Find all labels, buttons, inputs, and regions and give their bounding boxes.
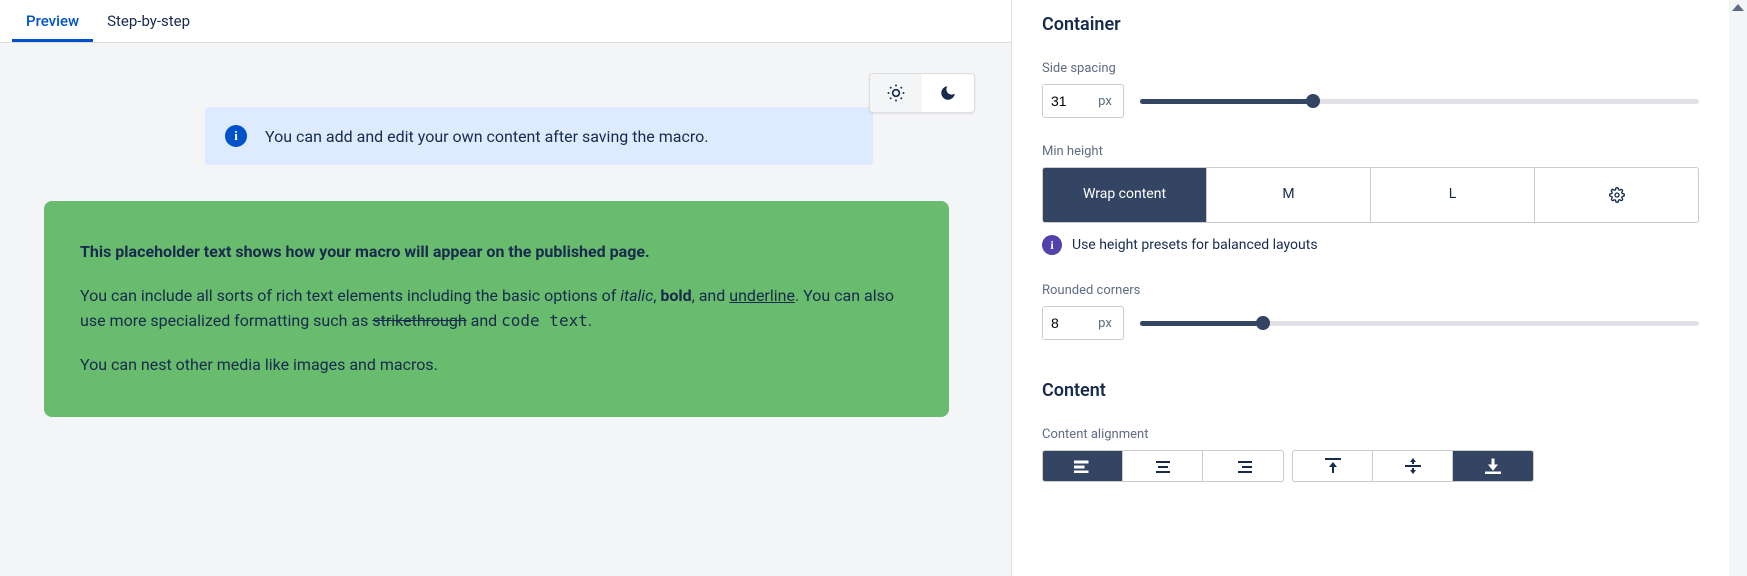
content-section-title: Content (1042, 380, 1699, 401)
italic-sample: italic (620, 286, 653, 305)
align-center-icon (1154, 459, 1172, 473)
side-spacing-row: px (1042, 84, 1699, 118)
tab-bar: Preview Step-by-step (0, 0, 1011, 43)
info-banner: i You can add and edit your own content … (205, 107, 873, 165)
min-height-segmented: Wrap content M L (1042, 167, 1699, 223)
placeholder-paragraph-2: You can nest other media like images and… (80, 352, 913, 378)
sun-icon (886, 83, 906, 103)
scroll-up-arrow-icon[interactable] (1732, 4, 1744, 11)
placeholder-paragraph-1: You can include all sorts of rich text e… (80, 283, 913, 334)
side-spacing-unit: px (1087, 85, 1123, 117)
tab-preview[interactable]: Preview (12, 0, 93, 42)
rounded-corners-input[interactable] (1043, 307, 1087, 339)
content-alignment-controls (1042, 450, 1699, 482)
align-left-icon (1074, 459, 1092, 473)
theme-toggle (869, 73, 975, 113)
preview-pane: Preview Step-by-step i You can add and e… (0, 0, 1012, 576)
align-top-icon (1325, 458, 1341, 474)
min-height-m[interactable]: M (1207, 168, 1371, 222)
side-spacing-slider[interactable] (1140, 94, 1699, 108)
text-fragment: You can include all sorts of rich text e… (80, 286, 620, 305)
settings-panel[interactable]: Container Side spacing px Min height Wra… (1012, 0, 1747, 576)
vertical-align-group (1292, 450, 1534, 482)
align-right[interactable] (1203, 451, 1283, 481)
min-height-wrap[interactable]: Wrap content (1043, 168, 1207, 222)
align-middle[interactable] (1373, 451, 1453, 481)
align-middle-icon (1405, 458, 1421, 474)
align-center[interactable] (1123, 451, 1203, 481)
content-alignment-label: Content alignment (1042, 427, 1699, 442)
rounded-corners-row: px (1042, 306, 1699, 340)
preview-canvas: i You can add and edit your own content … (0, 43, 1011, 576)
side-spacing-label: Side spacing (1042, 61, 1699, 76)
min-height-custom[interactable] (1535, 168, 1698, 222)
text-fragment: and (467, 311, 502, 330)
text-fragment: , and (692, 286, 730, 305)
strikethrough-sample: strikethrough (372, 311, 466, 330)
tab-step-by-step[interactable]: Step-by-step (93, 0, 204, 42)
bold-sample: bold (660, 286, 691, 305)
min-height-label: Min height (1042, 144, 1699, 159)
light-theme-button[interactable] (870, 74, 922, 112)
align-bottom-icon (1485, 458, 1501, 474)
info-icon: i (1042, 235, 1062, 255)
side-spacing-input[interactable] (1043, 85, 1087, 117)
scrollbar[interactable] (1729, 0, 1747, 576)
align-top[interactable] (1293, 451, 1373, 481)
rounded-corners-unit: px (1087, 307, 1123, 339)
container-section-title: Container (1042, 14, 1699, 35)
dark-theme-button[interactable] (922, 74, 974, 112)
info-banner-text: You can add and edit your own content af… (265, 127, 708, 146)
text-fragment: . (588, 311, 592, 330)
underline-sample: underline (729, 286, 795, 305)
gear-icon (1609, 187, 1625, 203)
moon-icon (939, 84, 957, 102)
min-height-l[interactable]: L (1371, 168, 1535, 222)
code-sample: code text (501, 311, 588, 330)
align-left[interactable] (1043, 451, 1123, 481)
info-icon: i (225, 125, 247, 147)
rounded-corners-label: Rounded corners (1042, 283, 1699, 298)
side-spacing-input-wrap: px (1042, 84, 1124, 118)
placeholder-lead: This placeholder text shows how your mac… (80, 239, 913, 265)
rounded-corners-input-wrap: px (1042, 306, 1124, 340)
macro-placeholder-box: This placeholder text shows how your mac… (44, 201, 949, 417)
min-height-hint-text: Use height presets for balanced layouts (1072, 237, 1318, 253)
align-right-icon (1234, 459, 1252, 473)
align-bottom[interactable] (1453, 451, 1533, 481)
horizontal-align-group (1042, 450, 1284, 482)
rounded-corners-slider[interactable] (1140, 316, 1699, 330)
min-height-hint: i Use height presets for balanced layout… (1042, 235, 1699, 255)
